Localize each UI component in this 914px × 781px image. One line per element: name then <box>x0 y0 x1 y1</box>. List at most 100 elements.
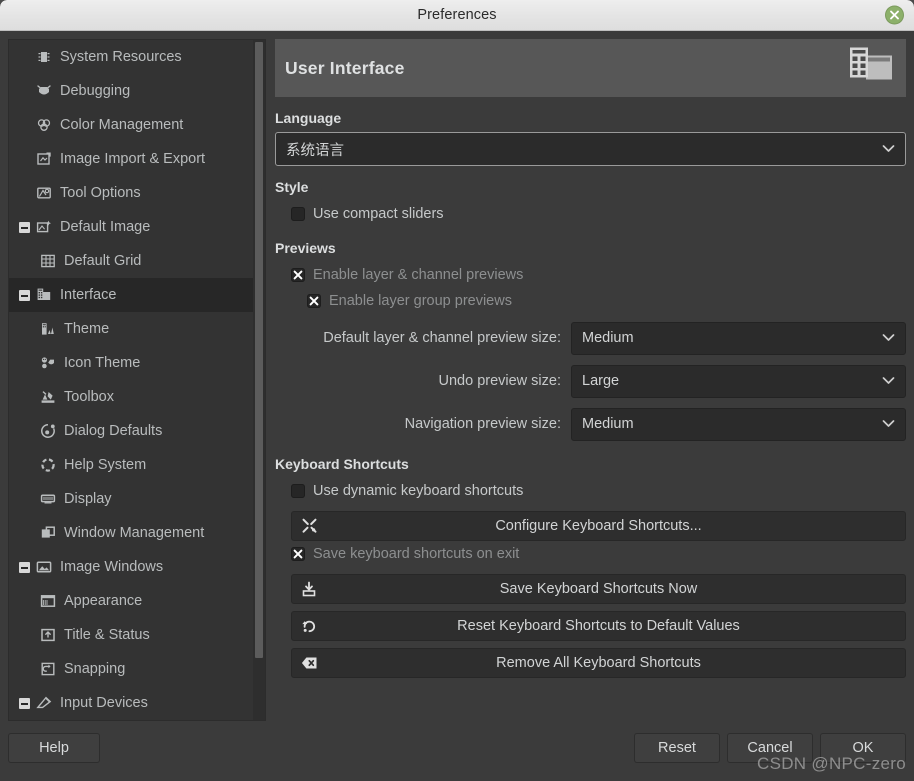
sidebar-item-dialog-defaults[interactable]: Dialog Defaults <box>9 414 253 448</box>
use-dynamic-keyboard-shortcuts-checkbox[interactable]: Use dynamic keyboard shortcuts <box>275 478 906 504</box>
undo-preview-size-value: Large <box>582 373 620 389</box>
default-preview-size-select[interactable]: Medium <box>571 321 906 355</box>
undo-preview-size-select[interactable]: Large <box>571 364 906 398</box>
sidebar-item-label: Icon Theme <box>64 354 141 371</box>
color-wheel-icon <box>33 117 55 133</box>
sidebar-item-label: Dialog Defaults <box>64 422 163 439</box>
ok-button[interactable]: OK <box>820 733 906 763</box>
close-circle-icon[interactable] <box>885 5 904 25</box>
minus-icon <box>18 561 30 573</box>
minus-icon <box>18 289 30 301</box>
sidebar-item-label: Theme <box>64 320 110 337</box>
sidebar-item-display[interactable]: Display <box>9 482 253 516</box>
sidebar-item-default-grid[interactable]: Default Grid <box>9 244 253 278</box>
sidebar-item-tool-options[interactable]: Tool Options <box>9 176 253 210</box>
display-icon <box>37 491 59 507</box>
sidebar-item-label: Tool Options <box>60 184 141 201</box>
delete-icon <box>301 656 318 670</box>
panes: System Resources Debugging Color Managemen… <box>8 39 906 721</box>
sidebar-item-title-status[interactable]: Title & Status <box>9 618 253 652</box>
sidebar-item-label: Help System <box>64 456 147 473</box>
sidebar-item-label: Color Management <box>60 116 184 133</box>
page-header: User Interface <box>275 39 906 97</box>
image-windows-icon <box>33 559 55 575</box>
sidebar-item-snapping[interactable]: Snapping <box>9 652 253 686</box>
sidebar-item-label: Interface <box>60 286 117 303</box>
dialog-defaults-icon <box>37 423 59 439</box>
input-devices-icon <box>33 695 55 711</box>
collapse-toggle-icon[interactable] <box>15 289 33 301</box>
sidebar-item-color-management[interactable]: Color Management <box>9 108 253 142</box>
cancel-button[interactable]: Cancel <box>727 733 813 763</box>
enable-layer-group-previews-checkbox[interactable]: Enable layer group previews <box>275 288 906 314</box>
help-button[interactable]: Help <box>8 733 100 763</box>
collapse-toggle-icon[interactable] <box>15 697 33 709</box>
sidebar-item-window-management[interactable]: Window Management <box>9 516 253 550</box>
chevron-down-icon <box>882 373 895 389</box>
collapse-toggle-icon[interactable] <box>15 561 33 573</box>
sidebar-item-label: Title & Status <box>64 626 150 643</box>
default-preview-size-row: Default layer & channel preview size: Me… <box>275 319 906 357</box>
reset-button[interactable]: Reset <box>634 733 720 763</box>
collapse-toggle-icon[interactable] <box>15 221 33 233</box>
sidebar-item-image-import-export[interactable]: Image Import & Export <box>9 142 253 176</box>
minus-icon <box>18 697 30 709</box>
sidebar-item-label: Image Windows <box>60 558 164 575</box>
window-title: Preferences <box>417 7 497 23</box>
revert-icon <box>301 618 317 634</box>
save-keyboard-shortcuts-now-button[interactable]: Save Keyboard Shortcuts Now <box>291 574 906 604</box>
save-keyboard-shortcuts-on-exit-checkbox[interactable]: Save keyboard shortcuts on exit <box>275 541 906 567</box>
sidebar-item-default-image[interactable]: Default Image <box>9 210 253 244</box>
use-compact-sliders-checkbox[interactable]: Use compact sliders <box>275 201 906 227</box>
footer-action-buttons: Reset Cancel OK <box>634 733 906 763</box>
previews-section-label: Previews <box>275 240 336 256</box>
enable-layer-group-previews-label: Enable layer group previews <box>329 292 512 309</box>
sidebar-item-theme[interactable]: Theme <box>9 312 253 346</box>
sidebar-item-icon-theme[interactable]: Icon Theme <box>9 346 253 380</box>
remove-all-keyboard-shortcuts-label: Remove All Keyboard Shortcuts <box>496 655 701 671</box>
sidebar-item-label: System Resources <box>60 48 182 65</box>
language-select-value: 系统语言 <box>286 142 344 159</box>
sidebar-item-image-windows[interactable]: Image Windows <box>9 550 253 584</box>
dialog-body: System Resources Debugging Color Managemen… <box>0 31 914 781</box>
sidebar-item-label: Input Devices <box>60 694 148 711</box>
window-management-icon <box>37 525 59 541</box>
language-select[interactable]: 系统语言 <box>275 132 906 166</box>
sidebar-item-label: Toolbox <box>64 388 114 405</box>
sidebar-item-input-devices[interactable]: Input Devices <box>9 686 253 720</box>
navigation-preview-size-value: Medium <box>582 416 634 432</box>
sidebar-item-label: Window Management <box>64 524 205 541</box>
snapping-icon <box>37 661 59 677</box>
remove-all-keyboard-shortcuts-button[interactable]: Remove All Keyboard Shortcuts <box>291 648 906 678</box>
sidebar-item-debugging[interactable]: Debugging <box>9 74 253 108</box>
reset-keyboard-shortcuts-label: Reset Keyboard Shortcuts to Default Valu… <box>457 618 740 634</box>
checkbox-box <box>291 484 305 498</box>
sidebar-item-interface[interactable]: Interface <box>9 278 253 312</box>
preferences-sidebar: System Resources Debugging Color Managemen… <box>8 39 266 721</box>
sidebar-item-label: Appearance <box>64 592 143 609</box>
enable-layer-channel-previews-label: Enable layer & channel previews <box>313 266 524 283</box>
configure-keyboard-shortcuts-button[interactable]: Configure Keyboard Shortcuts... <box>291 511 906 541</box>
sidebar-scrollbar-thumb[interactable] <box>255 42 263 658</box>
sidebar-list: System Resources Debugging Color Managemen… <box>9 40 253 720</box>
sidebar-item-label: Debugging <box>60 82 131 99</box>
help-system-icon <box>37 457 59 473</box>
sidebar-item-toolbox[interactable]: Toolbox <box>9 380 253 414</box>
sidebar-item-appearance[interactable]: Appearance <box>9 584 253 618</box>
import-export-icon <box>33 151 55 167</box>
default-preview-size-label: Default layer & channel preview size: <box>323 330 561 346</box>
minus-icon <box>18 221 30 233</box>
preferences-main-pane: User Interface Language 系统语言 Style Use c… <box>275 39 906 721</box>
sidebar-scrollbar[interactable] <box>253 40 265 720</box>
reset-keyboard-shortcuts-button[interactable]: Reset Keyboard Shortcuts to Default Valu… <box>291 611 906 641</box>
undo-preview-size-label: Undo preview size: <box>438 373 562 389</box>
grid-icon <box>37 253 59 269</box>
navigation-preview-size-select[interactable]: Medium <box>571 407 906 441</box>
checkbox-box <box>291 547 305 561</box>
title-status-icon <box>37 627 59 643</box>
keyboard-shortcuts-buttons: Save Keyboard Shortcuts Now Reset Keyboa… <box>275 574 906 678</box>
sidebar-item-help-system[interactable]: Help System <box>9 448 253 482</box>
enable-layer-channel-previews-checkbox[interactable]: Enable layer & channel previews <box>275 262 906 288</box>
sidebar-item-system-resources[interactable]: System Resources <box>9 40 253 74</box>
sidebar-item-label: Display <box>64 490 112 507</box>
